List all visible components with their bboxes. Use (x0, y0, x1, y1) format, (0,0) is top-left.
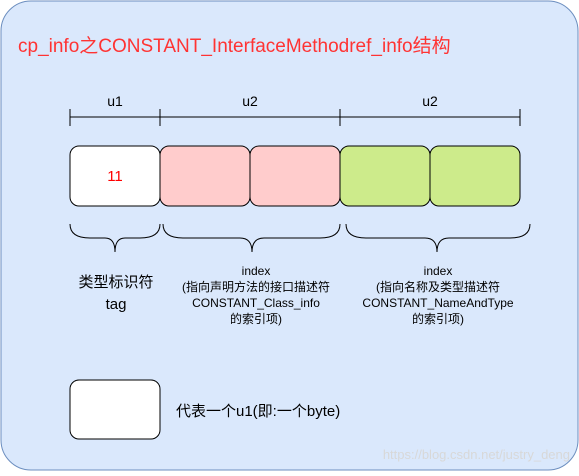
tag-description-line-2: tag (106, 296, 127, 313)
name-and-type-index-byte-box-2 (429, 145, 521, 207)
name-and-type-index-byte-box-1 (339, 145, 431, 207)
name-and-type-description-line-3: CONSTANT_NameAndType (362, 296, 513, 310)
legend-text: 代表一个u1(即:一个byte) (176, 403, 340, 420)
dimension-label-u1: u1 (107, 93, 123, 109)
tag-description-line-1: 类型标识符 (78, 274, 153, 291)
class-index-description-line-3: CONSTANT_Class_info (192, 296, 320, 310)
class-index-description-line-1: index (242, 264, 271, 278)
tag-value: 11 (107, 168, 123, 185)
diagram-canvas: cp_info之CONSTANT_InterfaceMethodref_info… (0, 0, 579, 471)
diagram-title: cp_info之CONSTANT_InterfaceMethodref_info… (18, 35, 451, 57)
watermark-text: https://blog.csdn.net/justry_deng (383, 447, 570, 462)
class-index-byte-box-2 (249, 145, 341, 207)
name-and-type-description-line-1: index (424, 264, 453, 278)
name-and-type-description-line-2: (指向名称及类型描述符 (376, 279, 500, 294)
structure-diagram: cp_info之CONSTANT_InterfaceMethodref_info… (0, 0, 579, 471)
dimension-label-u2-second: u2 (422, 93, 438, 109)
legend-sample-box (69, 379, 161, 440)
class-index-description-line-2: (指向声明方法的接口描述符 (182, 279, 330, 294)
dimension-label-u2-first: u2 (242, 93, 258, 109)
name-and-type-description-line-4: 的索引项) (412, 311, 464, 326)
class-index-byte-box-1 (159, 145, 251, 207)
class-index-description-line-4: 的索引项) (230, 311, 282, 326)
